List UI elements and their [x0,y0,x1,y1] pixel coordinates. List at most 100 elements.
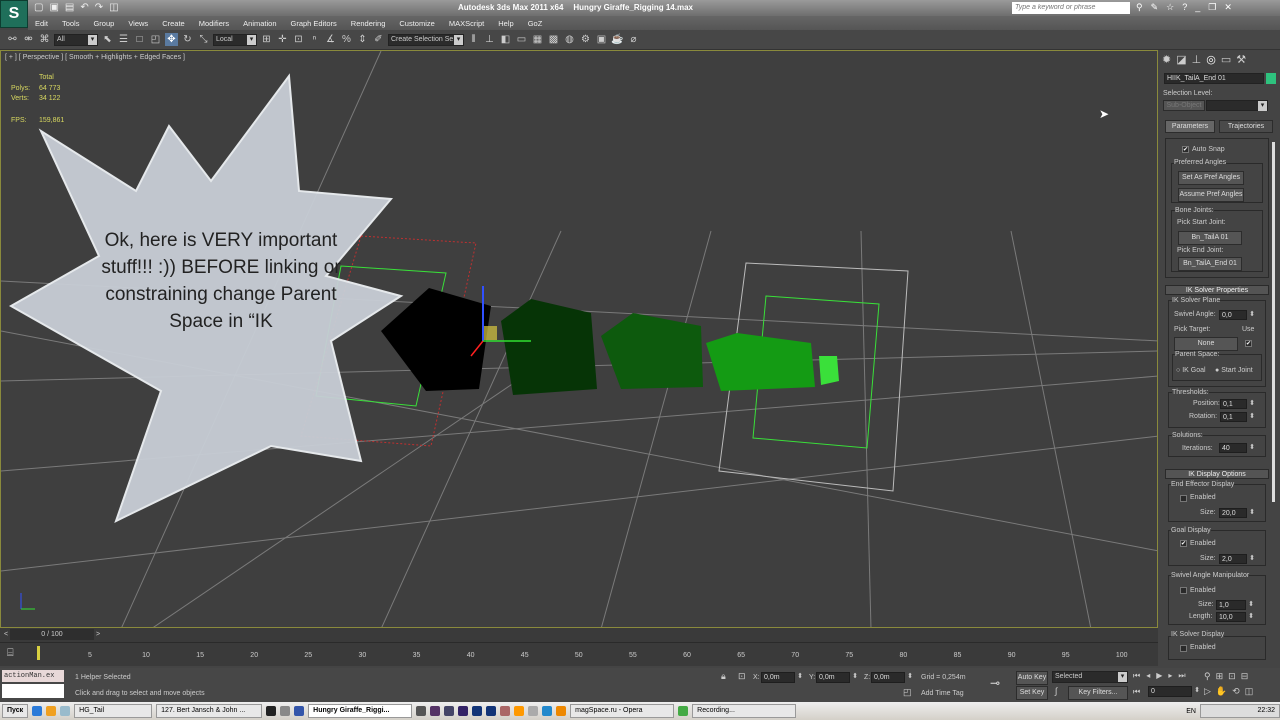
object-color-swatch[interactable] [1266,73,1276,84]
desktop-icon[interactable] [60,706,71,716]
swivel-angle-spinner[interactable]: 0,0 [1219,310,1255,320]
task-music[interactable]: 127. Bert Jansch & John ... [156,704,263,718]
perspective-viewport[interactable]: [ + ] [ Perspective ] [ Smooth + Highlig… [0,50,1158,628]
sub-object-button[interactable]: Sub-Object [1163,100,1205,111]
ik-display-options-rollout[interactable]: IK Display Options [1165,469,1269,479]
ik-solver-properties-rollout[interactable]: IK Solver Properties [1165,285,1269,295]
tab-trajectories[interactable]: Trajectories [1219,120,1273,133]
align-icon[interactable]: ⊥ [483,33,496,46]
ie-icon[interactable] [32,706,43,716]
next-key-icon[interactable]: ▸ [1168,671,1172,681]
orbit-icon[interactable]: ⟲ [1232,686,1240,697]
scale-icon[interactable]: ⤡ [197,33,210,46]
open-file-icon[interactable]: ▣ [49,2,58,13]
assume-pref-angles-button[interactable]: Assume Pref Angles [1178,188,1244,202]
task-opera[interactable]: magSpace.ru - Opera [570,704,675,718]
pan-icon[interactable]: ✋ [1216,686,1227,697]
menu-rendering[interactable]: Rendering [344,16,393,30]
undo-icon[interactable]: ↶ [80,2,88,13]
go-to-end-icon[interactable]: ⏭ [1178,671,1185,681]
current-frame-field[interactable]: 0 [1148,686,1200,697]
viewport-label[interactable]: [ + ] [ Perspective ] [ Smooth + Highlig… [5,54,185,61]
menu-help[interactable]: Help [491,16,520,30]
new-file-icon[interactable]: ▢ [34,2,43,13]
close-icon[interactable]: ✕ [1224,2,1232,13]
add-time-tag-button[interactable]: Add Time Tag [921,690,964,697]
rendered-frame-icon[interactable]: ▣ [595,33,608,46]
app-icon[interactable] [266,706,277,716]
media-player-icon[interactable] [46,706,57,716]
absolute-mode-icon[interactable]: ⊡ [738,671,746,682]
end-effector-enabled-checkbox[interactable] [1180,495,1187,502]
y-coordinate-field[interactable]: 0,0m [816,672,858,683]
material-editor-icon[interactable]: ◍ [563,33,576,46]
render-type-icon[interactable]: ⌀ [627,33,640,46]
end-effector-size-spinner[interactable]: 20,0 [1219,508,1255,518]
task-3dsmax[interactable]: Hungry Giraffe_Riggi... [308,704,413,718]
utilities-tab-icon[interactable]: ⚒ [1236,53,1246,66]
menu-edit[interactable]: Edit [28,16,55,30]
named-selection-dropdown[interactable]: Create Selection Se [388,33,464,46]
help-icon[interactable]: ? [1182,2,1187,13]
schematic-view-icon[interactable]: ▩ [547,33,560,46]
app-icon-7[interactable] [542,706,553,716]
tab-parameters[interactable]: Parameters [1165,120,1215,133]
time-slider-track[interactable]: < 0 / 100 > [0,628,1158,642]
create-tab-icon[interactable]: ✹ [1162,53,1171,66]
angle-snap-icon[interactable]: ∡ [324,33,337,46]
bone-chain[interactable] [300,235,909,492]
sub-object-dropdown[interactable] [1206,100,1268,111]
menu-modifiers[interactable]: Modifiers [192,16,236,30]
project-folder-icon[interactable]: ◫ [109,2,118,13]
select-manipulate-icon[interactable]: ✛ [276,33,289,46]
keyboard-shortcut-icon[interactable]: ⊡ [292,33,305,46]
star-icon[interactable]: ☆ [1166,2,1174,13]
goal-enabled-checkbox[interactable]: ✔ [1180,540,1187,547]
search-input[interactable] [1012,2,1130,14]
menu-tools[interactable]: Tools [55,16,87,30]
photoshop-icon-2[interactable] [486,706,497,716]
app-icon-4[interactable] [500,706,511,716]
application-menu-button[interactable]: S [0,0,28,28]
use-target-checkbox[interactable]: ✔ [1245,340,1252,347]
start-joint-radio[interactable]: ● Start Joint [1215,367,1253,374]
field-of-view-icon[interactable]: ▷ [1204,686,1211,697]
swivel-enabled-checkbox[interactable] [1180,587,1187,594]
task-hg-tail[interactable]: HG_Tail [74,704,153,718]
curve-editor-icon[interactable]: ▦ [531,33,544,46]
premiere-icon[interactable] [430,706,441,716]
select-by-name-icon[interactable]: ☰ [117,33,130,46]
app-icon-8[interactable] [556,706,567,716]
maximize-viewport-icon[interactable]: ◫ [1245,686,1254,697]
zoom-icon[interactable]: ⚲ [1204,671,1211,682]
menu-create[interactable]: Create [155,16,192,30]
prev-frame-icon[interactable]: < [4,631,8,638]
ik-goal-radio[interactable]: ○ IK Goal [1176,367,1206,374]
menu-graph-editors[interactable]: Graph Editors [284,16,344,30]
key-mode-dropdown[interactable]: Selected [1052,671,1128,683]
set-key-icon[interactable]: ⊸ [990,676,1000,690]
app-icon-6[interactable] [528,706,539,716]
clock[interactable]: 22:32 [1257,707,1275,714]
audition-icon[interactable] [294,706,305,716]
object-name-field[interactable]: HIIK_TailA_End 01 [1164,73,1264,84]
position-threshold-spinner[interactable]: 0,1 [1220,399,1255,409]
rotate-icon[interactable]: ↻ [181,33,194,46]
menu-group[interactable]: Group [86,16,121,30]
app-icon-2[interactable] [280,706,291,716]
current-time-marker[interactable] [37,646,40,660]
menu-animation[interactable]: Animation [236,16,283,30]
minimize-icon[interactable]: _ [1195,2,1200,13]
end-joint-button[interactable]: Bn_TailA_End 01 [1178,257,1242,271]
graphite-icon[interactable]: ▭ [515,33,528,46]
language-indicator[interactable]: EN [1186,708,1196,715]
ik-solver-display-checkbox[interactable] [1180,645,1187,652]
key-tangent-icon[interactable]: ∫ [1055,686,1057,696]
key-filters-button[interactable]: Key Filters... [1068,686,1128,700]
menu-views[interactable]: Views [121,16,155,30]
go-to-start-icon[interactable]: ⏮ [1133,671,1140,681]
app-icon-3[interactable] [416,706,427,716]
panel-scrollbar[interactable] [1272,142,1275,502]
hierarchy-tab-icon[interactable]: ⊥ [1192,53,1202,66]
menu-maxscript[interactable]: MAXScript [442,16,491,30]
